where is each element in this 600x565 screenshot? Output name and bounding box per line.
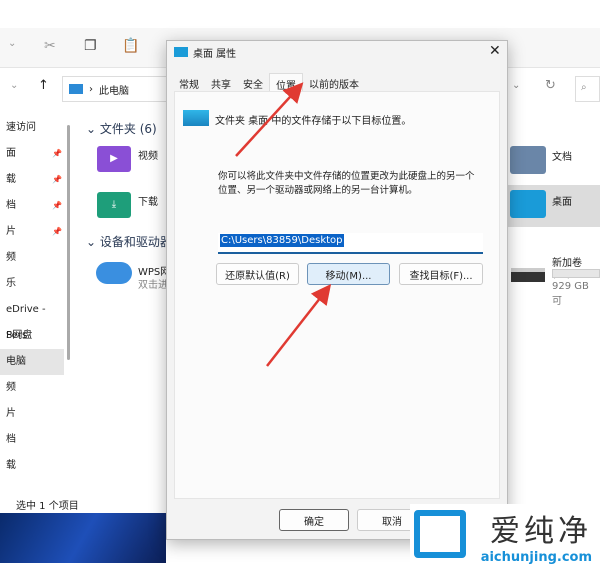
watermark-text: 爱纯净: [490, 514, 592, 549]
watermark-logo-icon: [414, 510, 466, 558]
watermark: 爱纯净 aichunjing.com: [410, 504, 600, 565]
annotation-arrows: [235, 82, 332, 367]
arrow-to-location-tab: [235, 82, 304, 157]
arrow-to-move-button: [266, 284, 332, 367]
